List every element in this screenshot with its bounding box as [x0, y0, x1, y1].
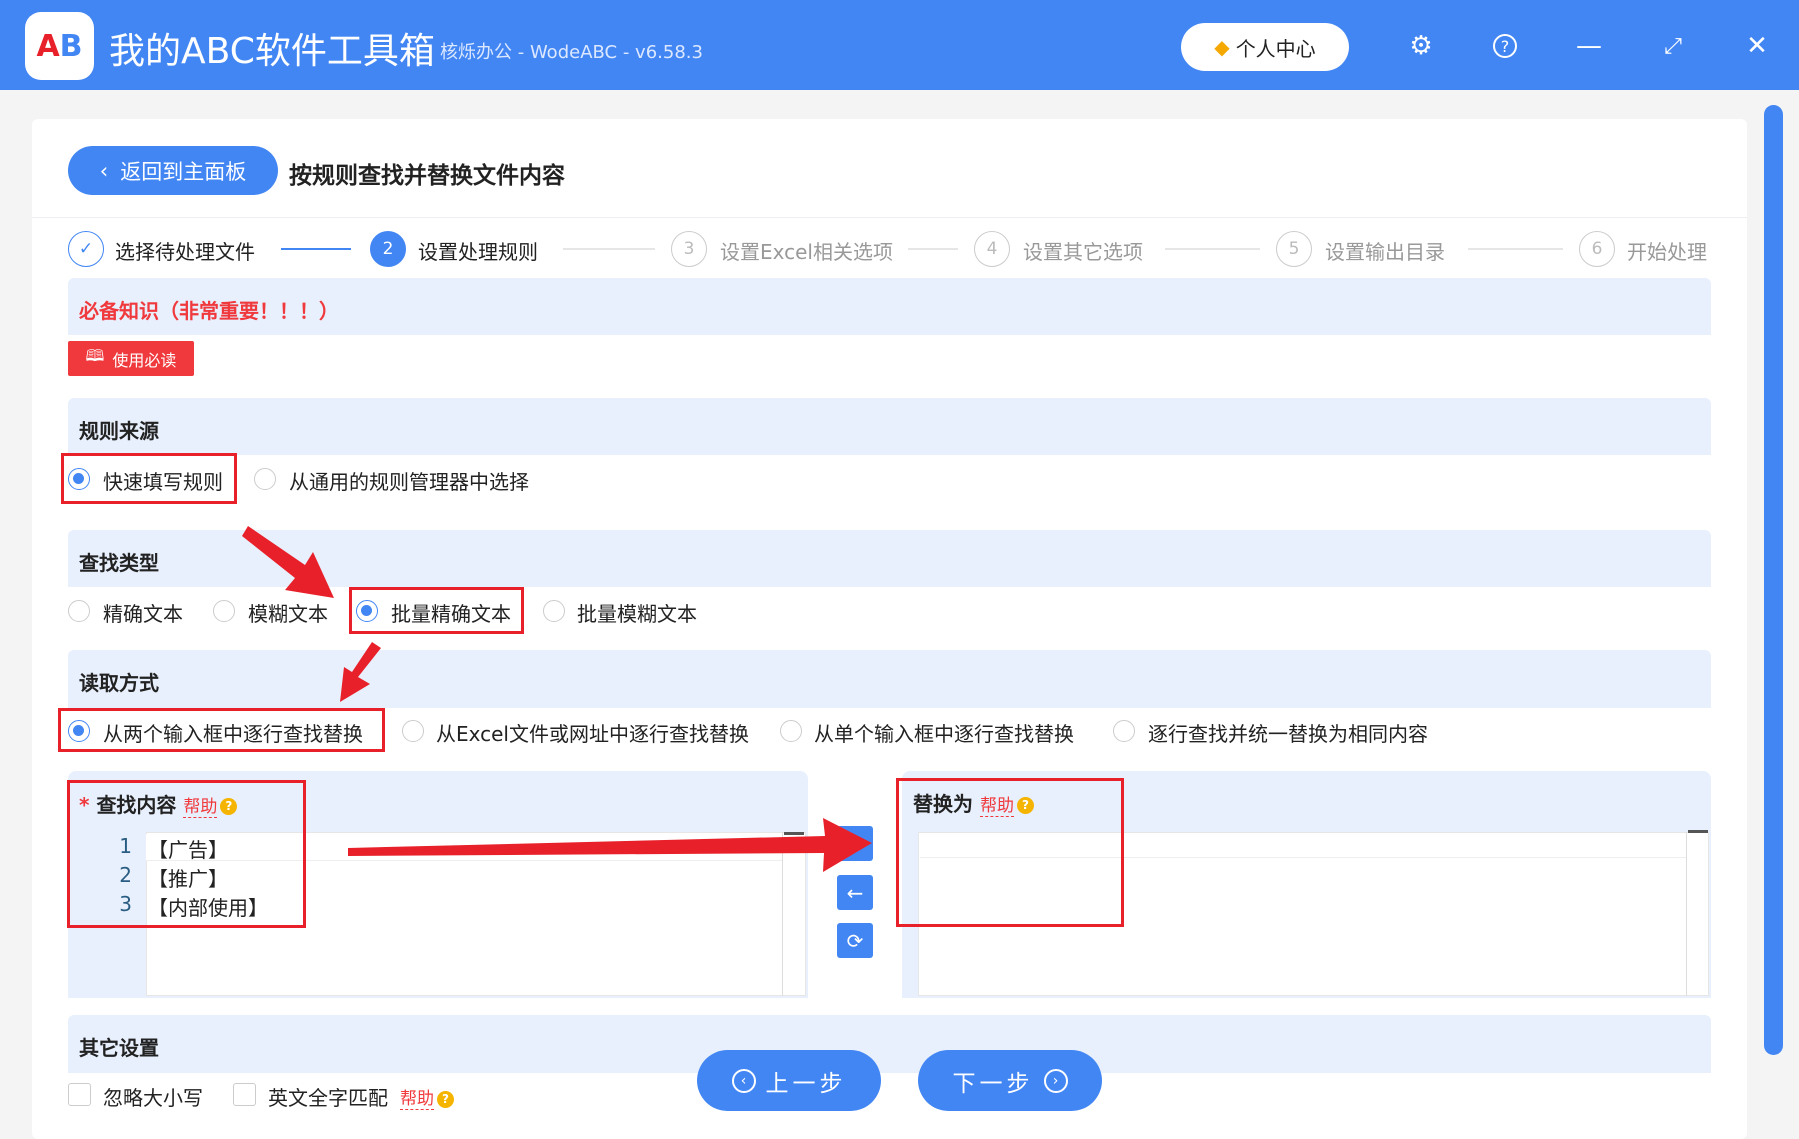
annotation-arrows — [0, 0, 1799, 1139]
annotation-arrow — [348, 818, 872, 872]
annotation-arrow — [242, 526, 334, 598]
annotation-arrow — [340, 642, 381, 702]
